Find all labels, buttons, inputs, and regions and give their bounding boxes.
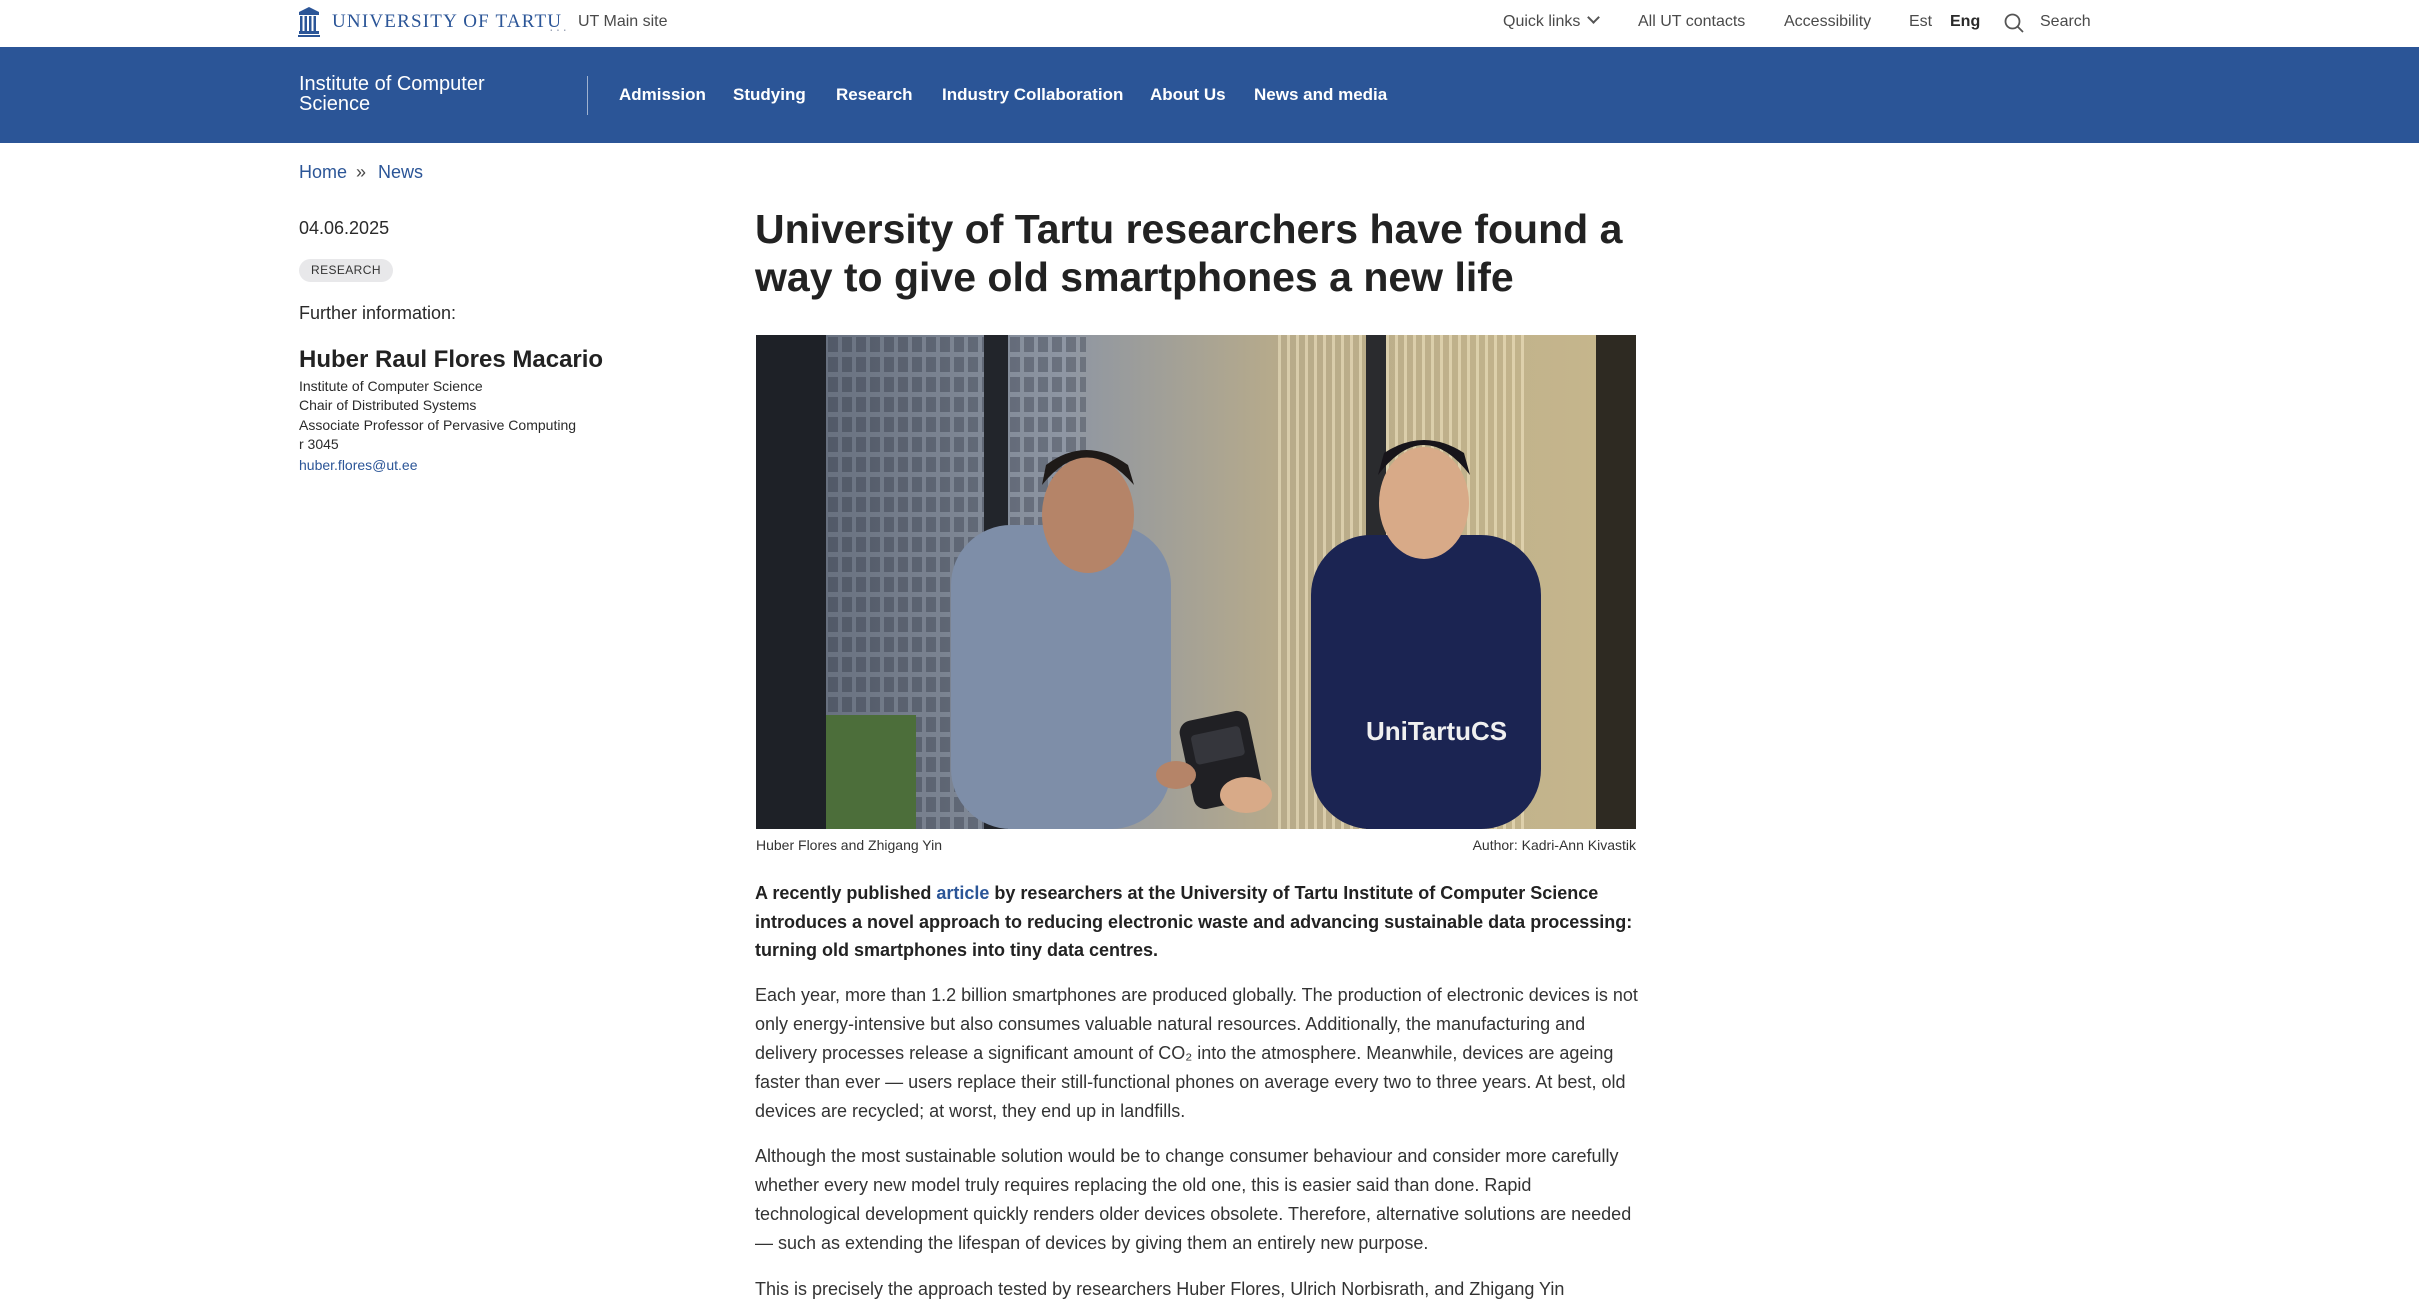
article-paragraph: This is precisely the approach tested by…: [755, 1279, 1565, 1299]
article-paragraph: Although the most sustainable solution w…: [755, 1146, 1632, 1253]
article-photo: UniTartuCS: [756, 335, 1636, 829]
lead-text-start: A recently published: [755, 883, 937, 903]
main-navbar: Institute of Computer Science Admission …: [0, 47, 2419, 143]
quick-links-dropdown[interactable]: Quick links: [1503, 11, 1601, 31]
category-tag[interactable]: RESEARCH: [299, 259, 393, 282]
contact-name: Huber Raul Flores Macario: [299, 346, 604, 373]
breadcrumb-news[interactable]: News: [378, 162, 423, 183]
breadcrumb-home[interactable]: Home: [299, 162, 347, 183]
nav-studying[interactable]: Studying: [733, 85, 806, 105]
logo-wordmark: UNIVERSITY OF TARTU: [332, 11, 563, 32]
chevron-down-icon: [1587, 11, 1601, 24]
ut-main-site-link[interactable]: UT Main site: [578, 13, 668, 31]
contact-room: r 3045: [299, 436, 339, 452]
university-logo[interactable]: UNIVERSITY OF TARTU: [298, 7, 562, 37]
search-icon[interactable]: [2004, 13, 2024, 33]
page: UNIVERSITY OF TARTU ··· UT Main site Qui…: [0, 0, 2419, 1301]
nav-admission[interactable]: Admission: [619, 85, 706, 105]
publish-date: 04.06.2025: [299, 218, 390, 238]
accessibility-link[interactable]: Accessibility: [1784, 13, 1871, 31]
university-emblem-icon: [298, 7, 320, 37]
separator-dots: ···: [549, 21, 569, 37]
utility-bar: UNIVERSITY OF TARTU ··· UT Main site Qui…: [0, 0, 2419, 47]
breadcrumb-separator-icon: »: [356, 162, 366, 182]
institute-name-link[interactable]: Institute of Computer Science: [299, 74, 529, 114]
nav-industry-collaboration[interactable]: Industry Collaboration: [942, 85, 1123, 105]
quick-links-label: Quick links: [1503, 13, 1581, 30]
article-title: University of Tartu researchers have fou…: [755, 206, 1623, 300]
further-information-label: Further information:: [299, 303, 457, 323]
contact-position: Associate Professor of Pervasive Computi…: [299, 417, 577, 433]
shirt-text: UniTartuCS: [1366, 716, 1507, 746]
nav-research[interactable]: Research: [836, 85, 913, 105]
nav-about-us[interactable]: About Us: [1150, 85, 1226, 105]
article-lead: A recently published article by research…: [755, 879, 1640, 965]
contact-institute: Institute of Computer Science: [299, 378, 483, 394]
article-paragraph: Each year, more than 1.2 billion smartph…: [755, 985, 1638, 1121]
nav-divider: [587, 76, 588, 115]
photo-caption: Huber Flores and Zhigang Yin: [756, 837, 942, 853]
researchers-photo-illustration: UniTartuCS: [756, 335, 1636, 829]
language-est-link[interactable]: Est: [1909, 13, 1932, 31]
contact-chair: Chair of Distributed Systems: [299, 397, 477, 413]
photo-credit: Author: Kadri-Ann Kivastik: [1472, 837, 1636, 853]
search-button[interactable]: Search: [2040, 13, 2091, 31]
nav-news-and-media[interactable]: News and media: [1254, 85, 1387, 105]
article-link[interactable]: article: [936, 883, 989, 903]
language-eng-link[interactable]: Eng: [1950, 13, 1980, 31]
contact-email-link[interactable]: huber.flores@ut.ee: [299, 457, 418, 473]
all-contacts-link[interactable]: All UT contacts: [1638, 13, 1745, 31]
